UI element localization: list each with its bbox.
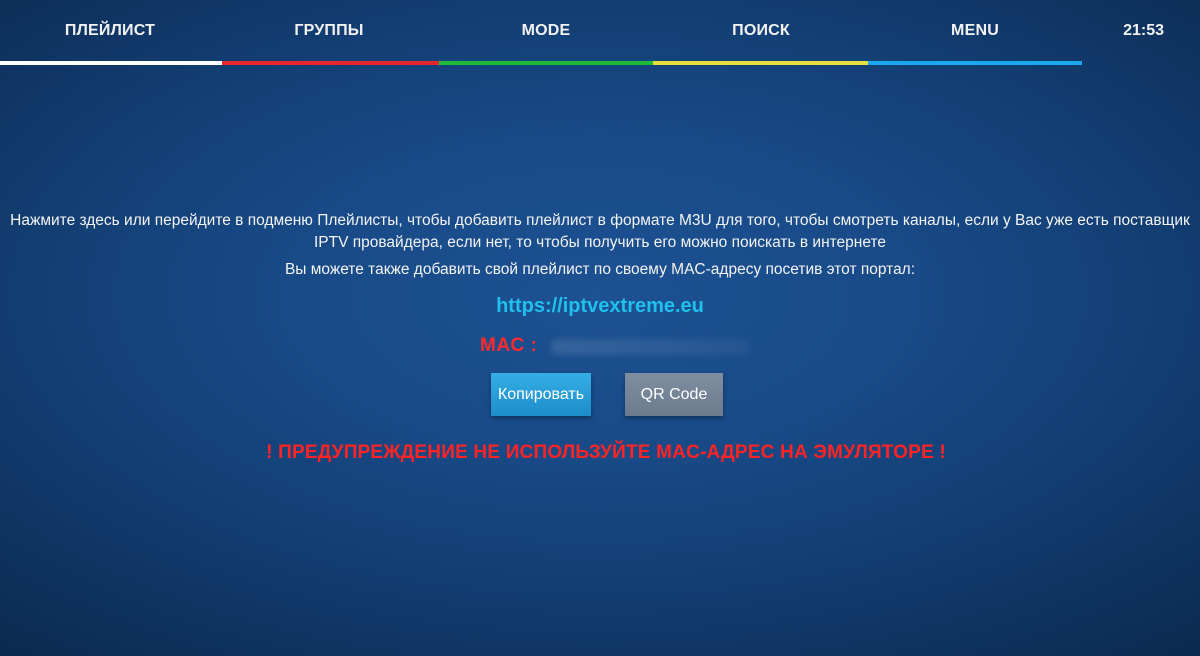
mac-address-value-blurred	[549, 338, 750, 355]
mac-label: MAC :	[480, 335, 538, 356]
tab-indicator-blue	[868, 61, 1082, 65]
tab-indicator-yellow	[653, 61, 868, 65]
emulator-warning: ! ПРЕДУПРЕЖДЕНИЕ НЕ ИСПОЛЬЗУЙТЕ MAC-АДРЕ…	[266, 442, 946, 463]
tab-indicator-white	[0, 61, 222, 65]
portal-link[interactable]: https://iptvextreme.eu	[496, 295, 704, 318]
tab-indicator-red	[222, 61, 439, 65]
top-navigation-bar: ПЛЕЙЛИСТ ГРУППЫ MODE ПОИСК MENU 21:53	[0, 0, 1200, 66]
add-playlist-instructions[interactable]: Нажмите здесь или перейдите в подменю Пл…	[10, 210, 1190, 254]
qr-code-button[interactable]: QR Code	[625, 373, 723, 416]
tab-playlist[interactable]: ПЛЕЙЛИСТ	[65, 22, 155, 40]
tab-groups[interactable]: ГРУППЫ	[294, 22, 363, 40]
tab-menu[interactable]: MENU	[951, 22, 999, 40]
tab-indicator-green	[439, 61, 653, 65]
clock: 21:53	[1123, 22, 1164, 39]
mac-row: MAC :	[480, 335, 750, 361]
tab-mode[interactable]: MODE	[522, 22, 571, 40]
mac-portal-instructions: Вы можете также добавить свой плейлист п…	[284, 261, 916, 278]
main-content: Нажмите здесь или перейдите в подменю Пл…	[0, 210, 1200, 318]
tab-search[interactable]: ПОИСК	[732, 22, 790, 40]
copy-button[interactable]: Копировать	[491, 373, 591, 416]
